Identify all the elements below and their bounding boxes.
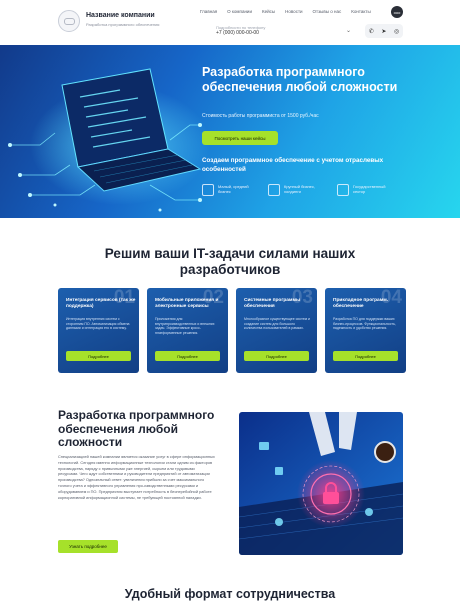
card-more-button[interactable]: Подробнее — [66, 351, 131, 361]
card-more-button[interactable]: Подробнее — [333, 351, 398, 361]
about-title: Разработка программного обеспечения любо… — [58, 408, 215, 449]
services-title: Решим ваши IT-задачи силами наших разраб… — [104, 246, 356, 277]
instagram-icon[interactable]: ◎ — [394, 28, 399, 35]
accessibility-button[interactable]: ooo — [391, 6, 403, 18]
chevron-down-icon[interactable]: ⌄ — [346, 27, 351, 34]
social-links: ✆ ➤ ◎ — [365, 24, 403, 38]
card-title: Прикладное программ. обеспечение — [333, 298, 389, 309]
card-text: Многообразное существующее систем и созд… — [244, 317, 310, 330]
hero-tagline: Создаем программное обеспечение с учетом… — [202, 157, 384, 173]
about-text: Специализацией нашей компании является о… — [58, 454, 215, 500]
office-icon — [268, 184, 280, 196]
feature-government: Государственный сектор — [337, 184, 393, 196]
card-text: Приложения для внутрипроизводственных и … — [155, 317, 215, 335]
card-title: Мобильные приложения и электронные серви… — [155, 298, 219, 309]
government-icon — [337, 184, 349, 196]
nav-item-reviews[interactable]: Отзывы о нас — [313, 9, 342, 14]
nav-item-news[interactable]: Новости — [285, 9, 302, 14]
nav-item-about[interactable]: О компании — [227, 9, 252, 14]
company-tagline: Разработка программного обеспечения — [86, 22, 160, 27]
nav-item-home[interactable]: Главная — [200, 9, 217, 14]
feature-small-business: Малый, средний бизнес — [202, 184, 252, 196]
feature-large-business: Крупный бизнес, холдинги — [268, 184, 324, 196]
hero-title: Разработка программного обеспечения любо… — [202, 65, 398, 94]
nav-item-contacts[interactable]: Контакты — [351, 9, 370, 14]
company-name[interactable]: Название компании — [86, 12, 155, 19]
view-cases-button[interactable]: Посмотреть наши кейсы — [202, 131, 278, 145]
service-card: 03 Системные программы обеспечения Много… — [236, 288, 317, 373]
card-text: Интеграция внутренних систем с сторонним… — [66, 317, 130, 330]
service-card: 04 Прикладное программ. обеспечение Разр… — [325, 288, 406, 373]
service-card: 02 Мобильные приложения и электронные се… — [147, 288, 228, 373]
main-nav: Главная О компании Кейсы Новости Отзывы … — [200, 9, 371, 14]
hero-price: Стоимость работы программиста от 1500 ру… — [202, 113, 319, 119]
site-header: Название компании Разработка программног… — [0, 0, 460, 46]
card-more-button[interactable]: Подробнее — [244, 351, 309, 361]
card-text: Разработка ПО для поддержки ваших бизнес… — [333, 317, 396, 330]
telegram-icon[interactable]: ➤ — [381, 28, 386, 35]
card-title: Системные программы обеспечения — [244, 298, 301, 309]
nav-item-cases[interactable]: Кейсы — [262, 9, 275, 14]
card-more-button[interactable]: Подробнее — [155, 351, 220, 361]
card-title: Интеграция сервисов (так же поддержка) — [66, 298, 136, 309]
cooperation-title: Удобный формат сотрудничества — [124, 587, 336, 601]
building-icon — [202, 184, 214, 196]
whatsapp-icon[interactable]: ✆ — [369, 28, 374, 35]
service-card: 01 Интеграция сервисов (так же поддержка… — [58, 288, 139, 373]
phone-number[interactable]: +7 (000) 000-00-00 — [216, 30, 259, 36]
logo-icon[interactable] — [58, 10, 80, 32]
cyber-security-image — [239, 412, 403, 555]
learn-more-button[interactable]: Узнать подробнее — [58, 540, 118, 553]
hero-banner: Разработка программного обеспечения любо… — [0, 45, 460, 218]
